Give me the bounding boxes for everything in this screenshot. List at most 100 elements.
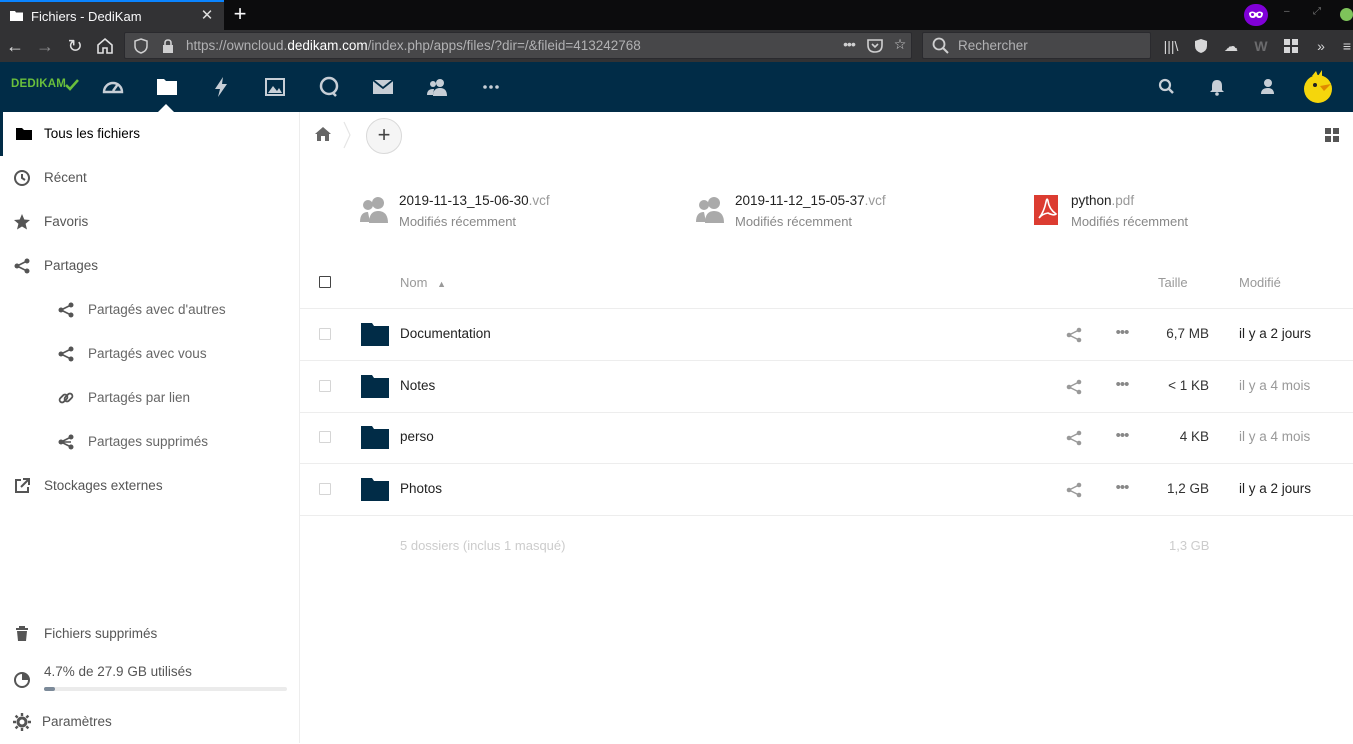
contacts-icon[interactable] xyxy=(425,75,449,99)
lock-icon[interactable] xyxy=(158,36,178,56)
url-bar[interactable]: https://owncloud.dedikam.com/index.php/a… xyxy=(124,32,912,59)
home-icon[interactable] xyxy=(93,34,117,58)
reload-icon[interactable]: ↻ xyxy=(63,34,87,58)
sidebar-item-all-files[interactable]: Tous les fichiers xyxy=(0,112,299,156)
quota-progress-bar xyxy=(44,687,287,691)
activity-icon[interactable] xyxy=(209,75,233,99)
mail-icon[interactable] xyxy=(371,75,395,99)
sidebar-item-deleted-files[interactable]: Fichiers supprimés xyxy=(0,612,299,656)
file-name[interactable]: Notes xyxy=(400,378,435,393)
table-row[interactable]: Notes ••• < 1 KB il y a 4 mois xyxy=(300,361,1353,413)
window-close-button[interactable] xyxy=(1340,8,1353,21)
recent-file-status: Modifiés récemment xyxy=(399,214,517,229)
extension-w-icon[interactable]: W xyxy=(1250,36,1272,56)
share-icon[interactable] xyxy=(1065,429,1083,447)
file-modified: il y a 4 mois xyxy=(1239,429,1311,444)
sidebar-item-shared-with-others[interactable]: Partagés avec d'autres xyxy=(0,288,299,332)
folder-icon[interactable] xyxy=(360,321,390,347)
page-actions-icon[interactable]: ••• xyxy=(839,36,859,52)
extension-icon[interactable]: ☁ xyxy=(1220,36,1242,56)
row-checkbox[interactable] xyxy=(319,482,331,495)
grid-view-toggle-icon[interactable] xyxy=(1324,127,1340,143)
tab-title: Fichiers - DediKam xyxy=(31,9,142,24)
recent-file-card[interactable]: 2019-11-13_15-06-30.vcf Modifiés récemme… xyxy=(358,190,658,230)
back-icon[interactable]: ← xyxy=(3,34,27,58)
dashboard-icon[interactable] xyxy=(101,75,125,99)
browser-nav-bar: ← → ↻ https://owncloud.dedikam.com/index… xyxy=(0,30,1353,62)
recent-file-status: Modifiés récemment xyxy=(1071,214,1189,229)
table-row[interactable]: Photos ••• 1,2 GB il y a 2 jours xyxy=(300,464,1353,516)
maximize-button[interactable]: ⤢ xyxy=(1313,6,1321,17)
sidebar-item-shared-with-you[interactable]: Partagés avec vous xyxy=(0,332,299,376)
sidebar-item-label: Partagés avec vous xyxy=(88,346,207,361)
more-actions-icon[interactable]: ••• xyxy=(1112,479,1132,498)
extension-grid-icon[interactable] xyxy=(1280,36,1302,56)
recent-file-name: python.pdf xyxy=(1071,193,1135,208)
more-actions-icon[interactable]: ••• xyxy=(1112,376,1132,395)
search-icon[interactable] xyxy=(1155,75,1179,99)
dedikam-logo[interactable]: DEDIKAM xyxy=(11,76,79,98)
browser-tab[interactable]: Fichiers - DediKam ✕ xyxy=(0,0,224,30)
sidebar-item-settings[interactable]: Paramètres xyxy=(0,700,299,744)
folder-icon[interactable] xyxy=(360,424,390,450)
external-icon xyxy=(12,476,32,496)
table-row[interactable]: Documentation ••• 6,7 MB il y a 2 jours xyxy=(300,309,1353,361)
sidebar-item-label: Fichiers supprimés xyxy=(44,626,158,641)
search-bar[interactable]: Rechercher xyxy=(922,32,1151,59)
row-checkbox[interactable] xyxy=(319,431,331,443)
minimize-button[interactable]: – xyxy=(1284,6,1290,17)
column-header-name[interactable]: Nom ▲ xyxy=(400,275,446,290)
recent-file-card[interactable]: 2019-11-12_15-05-37.vcf Modifiés récemme… xyxy=(694,190,994,230)
file-name[interactable]: perso xyxy=(400,429,434,444)
sidebar-item-external-storage[interactable]: Stockages externes xyxy=(0,464,299,508)
sidebar-item-recent[interactable]: Récent xyxy=(0,156,299,200)
avatar[interactable] xyxy=(1302,70,1334,104)
sidebar: Tous les fichiers Récent Favoris Partage… xyxy=(0,112,300,743)
breadcrumb-home-icon[interactable] xyxy=(314,125,332,143)
sidebar-item-shared-by-link[interactable]: Partagés par lien xyxy=(0,376,299,420)
notifications-icon[interactable] xyxy=(1205,75,1229,99)
pocket-icon[interactable] xyxy=(865,36,885,56)
share-icon[interactable] xyxy=(1065,378,1083,396)
share-icon[interactable] xyxy=(1065,481,1083,499)
sidebar-item-shares[interactable]: Partages xyxy=(0,244,299,288)
overflow-menu-icon[interactable]: » xyxy=(1310,36,1332,56)
library-icon[interactable]: |||\ xyxy=(1160,36,1182,56)
column-header-modified[interactable]: Modifié xyxy=(1239,275,1281,290)
shield-icon[interactable] xyxy=(131,36,151,57)
file-name[interactable]: Photos xyxy=(400,481,442,496)
recent-file-card[interactable]: python.pdf Modifiés récemment xyxy=(1030,190,1330,230)
sidebar-item-deleted-shares[interactable]: Partages supprimés xyxy=(0,420,299,464)
file-size: 4 KB xyxy=(1179,429,1209,444)
more-actions-icon[interactable]: ••• xyxy=(1112,325,1132,343)
file-modified: il y a 2 jours xyxy=(1239,326,1312,341)
table-row[interactable]: perso ••• 4 KB il y a 4 mois xyxy=(300,412,1353,464)
folder-icon[interactable] xyxy=(360,373,390,399)
more-apps-icon[interactable] xyxy=(479,75,503,99)
column-header-size[interactable]: Taille xyxy=(1158,275,1188,290)
talk-icon[interactable] xyxy=(317,75,341,99)
files-icon[interactable] xyxy=(155,75,179,99)
gallery-icon[interactable] xyxy=(263,75,287,99)
private-browsing-icon xyxy=(1244,4,1268,26)
new-file-button[interactable]: + xyxy=(366,118,402,154)
share-icon[interactable] xyxy=(1065,326,1083,344)
contacts-menu-icon[interactable] xyxy=(1255,75,1279,99)
row-checkbox[interactable] xyxy=(319,379,331,392)
ublock-icon[interactable] xyxy=(1190,36,1212,56)
forward-icon[interactable]: → xyxy=(33,34,57,58)
row-checkbox[interactable] xyxy=(319,328,331,340)
browser-tab-bar: Fichiers - DediKam ✕ + – ⤢ xyxy=(0,0,1353,30)
new-tab-button[interactable]: + xyxy=(228,2,252,28)
folder-icon[interactable] xyxy=(360,476,390,502)
hamburger-menu-icon[interactable]: ≡ xyxy=(1336,36,1353,56)
bookmark-star-icon[interactable]: ☆ xyxy=(890,36,910,53)
more-actions-icon[interactable]: ••• xyxy=(1112,428,1132,446)
select-all-checkbox[interactable] xyxy=(319,276,331,288)
sidebar-item-label: Partages supprimés xyxy=(88,434,209,449)
sidebar-item-favorites[interactable]: Favoris xyxy=(0,200,299,244)
file-name[interactable]: Documentation xyxy=(400,326,491,341)
url-text[interactable]: https://owncloud.dedikam.com/index.php/a… xyxy=(186,38,641,53)
close-tab-icon[interactable]: ✕ xyxy=(198,7,216,25)
sort-ascending-icon: ▲ xyxy=(437,279,446,289)
